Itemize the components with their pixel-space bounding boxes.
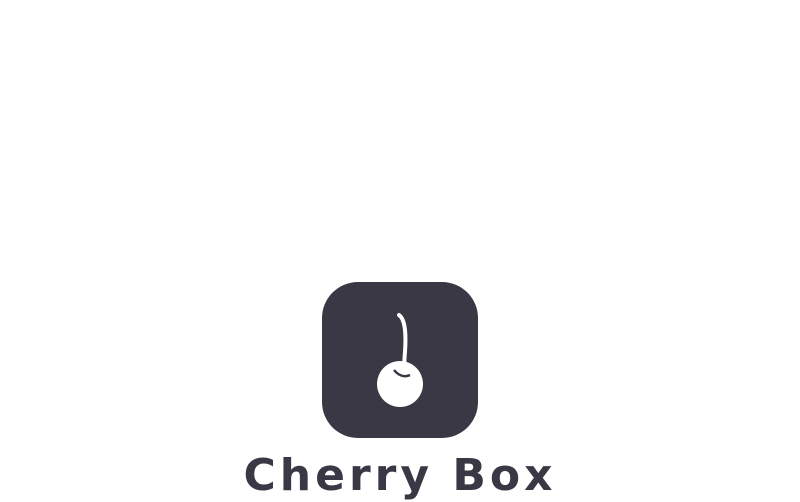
app-name: Cherry Box <box>243 450 557 501</box>
cherry-icon <box>377 313 423 407</box>
app-logo <box>322 282 478 438</box>
